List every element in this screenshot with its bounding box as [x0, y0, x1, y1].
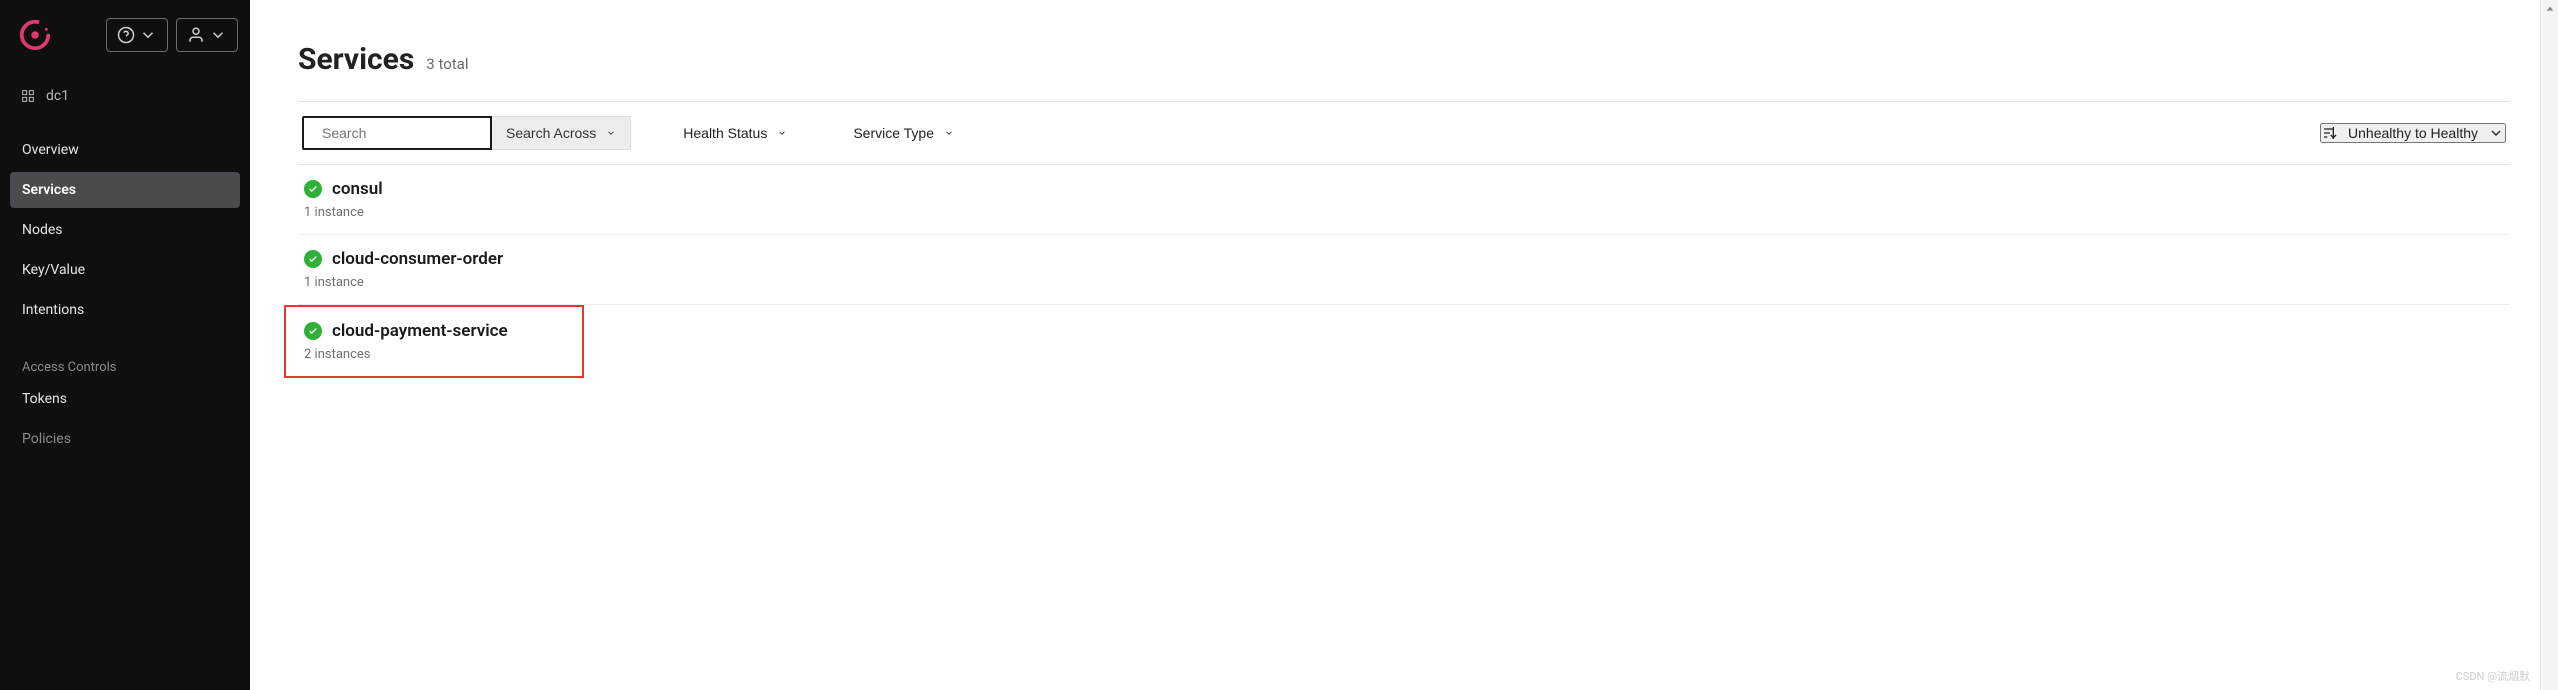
- help-button[interactable]: [106, 18, 168, 52]
- sort-icon: [2322, 125, 2338, 141]
- datacenter-selector[interactable]: dc1: [0, 78, 250, 124]
- chevron-down-icon: [209, 26, 227, 44]
- status-passing-icon: [304, 322, 322, 340]
- instance-count: 1 instance: [304, 205, 2504, 220]
- scrollbar[interactable]: [2540, 0, 2558, 690]
- chevron-down-icon: [2488, 125, 2504, 141]
- watermark: CSDN @流烟默: [2456, 668, 2530, 684]
- service-name-text: cloud-consumer-order: [332, 249, 503, 269]
- sidebar-item-tokens[interactable]: Tokens: [10, 381, 240, 417]
- primary-nav: Overview Services Nodes Key/Value Intent…: [0, 132, 250, 332]
- instance-count: 1 instance: [304, 275, 2504, 290]
- sidebar-header: [0, 18, 250, 78]
- page-title-text: Services: [298, 42, 414, 77]
- service-name-text: consul: [332, 179, 383, 199]
- chevron-down-icon: [606, 128, 616, 138]
- service-type-filter[interactable]: Service Type: [839, 117, 968, 149]
- consul-logo-icon: [18, 18, 52, 52]
- chevron-down-icon: [944, 128, 954, 138]
- sidebar-item-nodes[interactable]: Nodes: [10, 212, 240, 248]
- sort-button[interactable]: Unhealthy to Healthy: [2320, 123, 2506, 143]
- main-content: Services 3 total Search Across Health St…: [250, 0, 2558, 690]
- page-title: Services 3 total: [298, 42, 2510, 77]
- service-row[interactable]: cloud-payment-service 2 instances: [284, 305, 584, 378]
- sort-label: Unhealthy to Healthy: [2348, 125, 2478, 141]
- user-icon: [187, 26, 205, 44]
- health-status-label: Health Status: [683, 125, 767, 141]
- service-list: consul 1 instance cloud-consumer-order 1…: [298, 165, 2510, 378]
- page-total-count: 3 total: [426, 55, 468, 73]
- service-row[interactable]: consul 1 instance: [298, 165, 2510, 235]
- service-name-text: cloud-payment-service: [332, 321, 508, 341]
- sidebar-item-key-value[interactable]: Key/Value: [10, 252, 240, 288]
- search-across-button[interactable]: Search Across: [492, 116, 631, 150]
- service-type-label: Service Type: [853, 125, 934, 141]
- health-status-filter[interactable]: Health Status: [669, 117, 801, 149]
- search-across-label: Search Across: [506, 125, 596, 141]
- datacenter-icon: [20, 88, 36, 104]
- instance-count: 2 instances: [304, 347, 568, 362]
- service-row[interactable]: cloud-consumer-order 1 instance: [298, 235, 2510, 305]
- filter-bar: Search Across Health Status Service Type…: [298, 101, 2510, 165]
- access-nav: Tokens Policies: [0, 381, 250, 461]
- user-menu-button[interactable]: [176, 18, 238, 52]
- scroll-up-arrow[interactable]: [2541, 0, 2558, 18]
- status-passing-icon: [304, 180, 322, 198]
- chevron-down-icon: [777, 128, 787, 138]
- search-input[interactable]: [322, 125, 503, 141]
- access-controls-label: Access Controls: [0, 332, 250, 381]
- chevron-down-icon: [139, 26, 157, 44]
- search-input-wrapper: [302, 116, 492, 150]
- sidebar-item-services[interactable]: Services: [10, 172, 240, 208]
- status-passing-icon: [304, 250, 322, 268]
- datacenter-name: dc1: [46, 88, 69, 104]
- sidebar: dc1 Overview Services Nodes Key/Value In…: [0, 0, 250, 690]
- help-icon: [117, 26, 135, 44]
- sidebar-item-policies[interactable]: Policies: [10, 421, 240, 457]
- sidebar-item-intentions[interactable]: Intentions: [10, 292, 240, 328]
- sidebar-item-overview[interactable]: Overview: [10, 132, 240, 168]
